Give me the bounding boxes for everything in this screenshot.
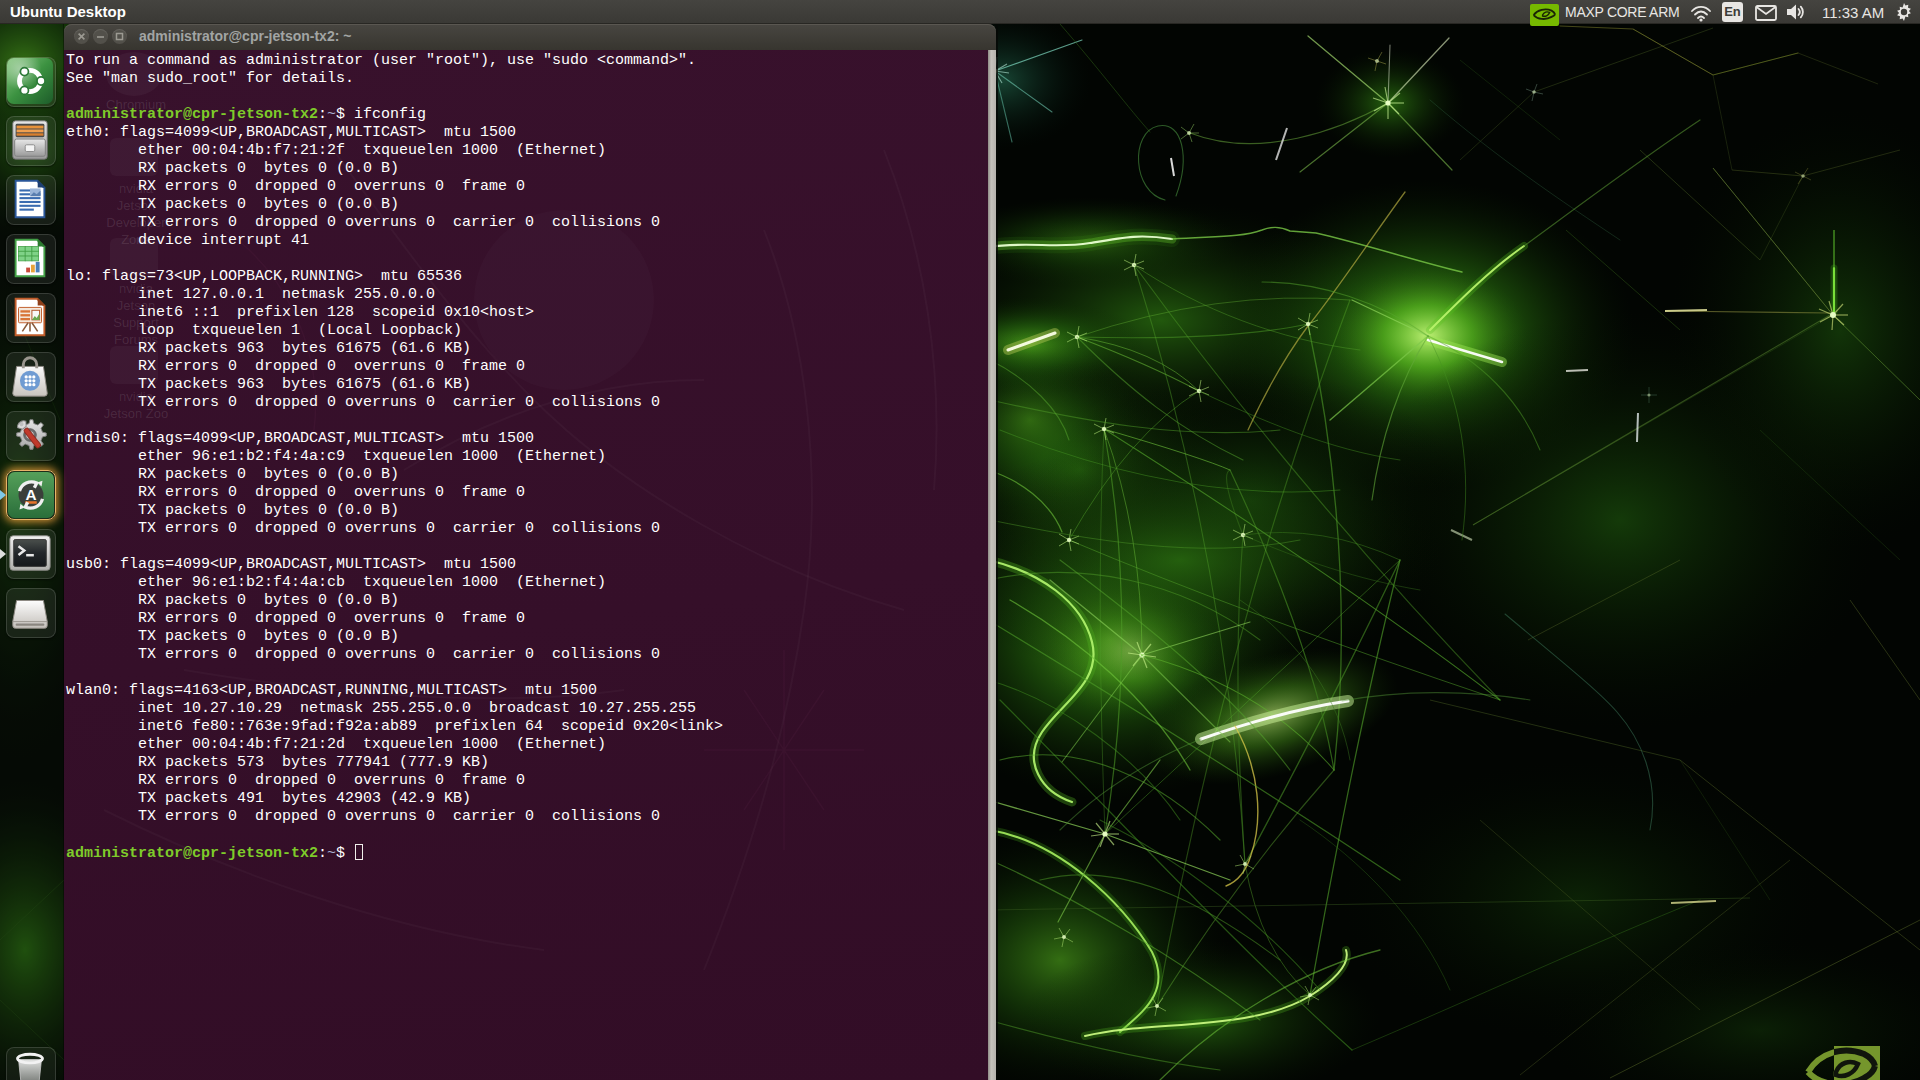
svg-text:A: A: [25, 486, 36, 503]
